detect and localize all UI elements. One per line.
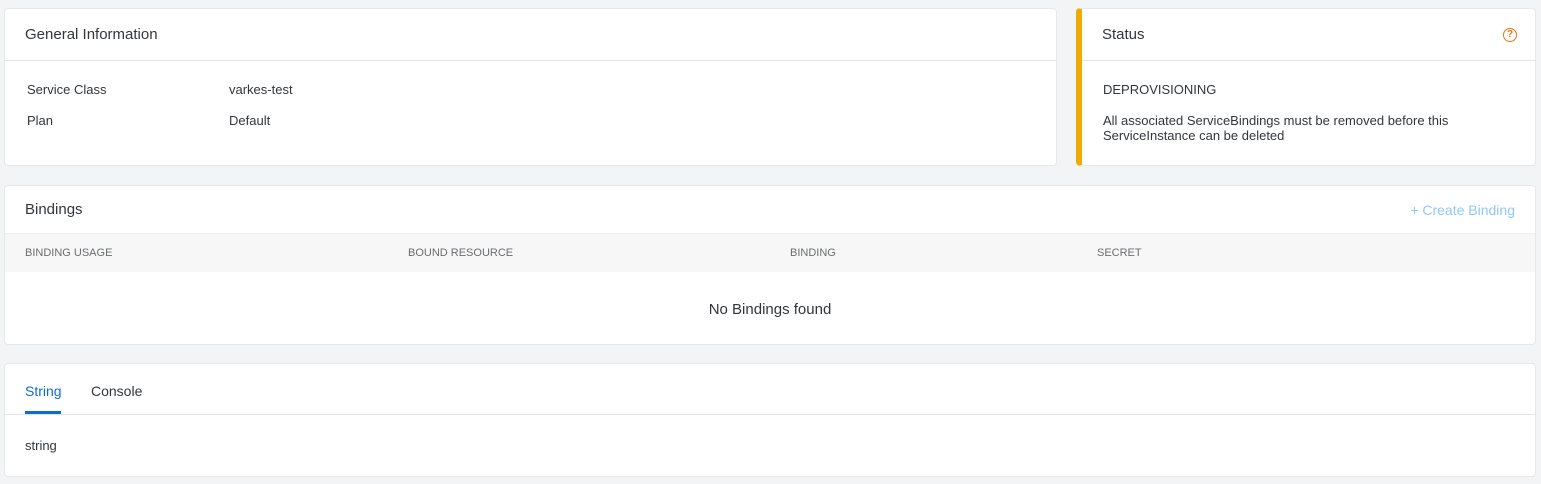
bindings-title: Bindings — [25, 201, 83, 218]
tab-string[interactable]: String — [25, 383, 62, 399]
service-class-label: Service Class — [27, 82, 107, 97]
column-bound-resource: BOUND RESOURCE — [408, 247, 514, 259]
help-circle-icon[interactable]: ? — [1503, 27, 1517, 42]
general-information-panel: General Information Service Class varkes… — [4, 8, 1057, 166]
status-title: Status — [1102, 26, 1145, 43]
column-binding-usage: BINDING USAGE — [25, 247, 113, 259]
plan-label: Plan — [27, 113, 54, 128]
tabs-panel: String Console string — [4, 363, 1536, 477]
status-header: Status ? — [1082, 9, 1535, 61]
create-binding-button[interactable]: + Create Binding — [1410, 202, 1515, 218]
service-class-value: varkes-test — [229, 82, 293, 97]
empty-bindings-message: No Bindings found — [708, 300, 832, 318]
column-secret: SECRET — [1097, 247, 1142, 259]
bindings-panel: Bindings + Create Binding BINDING USAGE … — [4, 185, 1536, 345]
active-tab-indicator — [25, 411, 61, 414]
status-state: DEPROVISIONING — [1103, 82, 1217, 97]
tab-bar: String Console — [5, 364, 1535, 415]
tab-content: string — [25, 438, 57, 453]
general-information-title: General Information — [5, 9, 1056, 61]
column-binding: BINDING — [790, 247, 836, 259]
tab-console[interactable]: Console — [91, 383, 142, 399]
bindings-table-header: BINDING USAGE BOUND RESOURCE BINDING SEC… — [5, 233, 1535, 272]
plan-value: Default — [229, 113, 271, 128]
status-message: All associated ServiceBindings must be r… — [1103, 113, 1449, 143]
status-panel: Status ? DEPROVISIONING All associated S… — [1076, 8, 1536, 166]
bindings-header: Bindings + Create Binding — [5, 186, 1535, 233]
